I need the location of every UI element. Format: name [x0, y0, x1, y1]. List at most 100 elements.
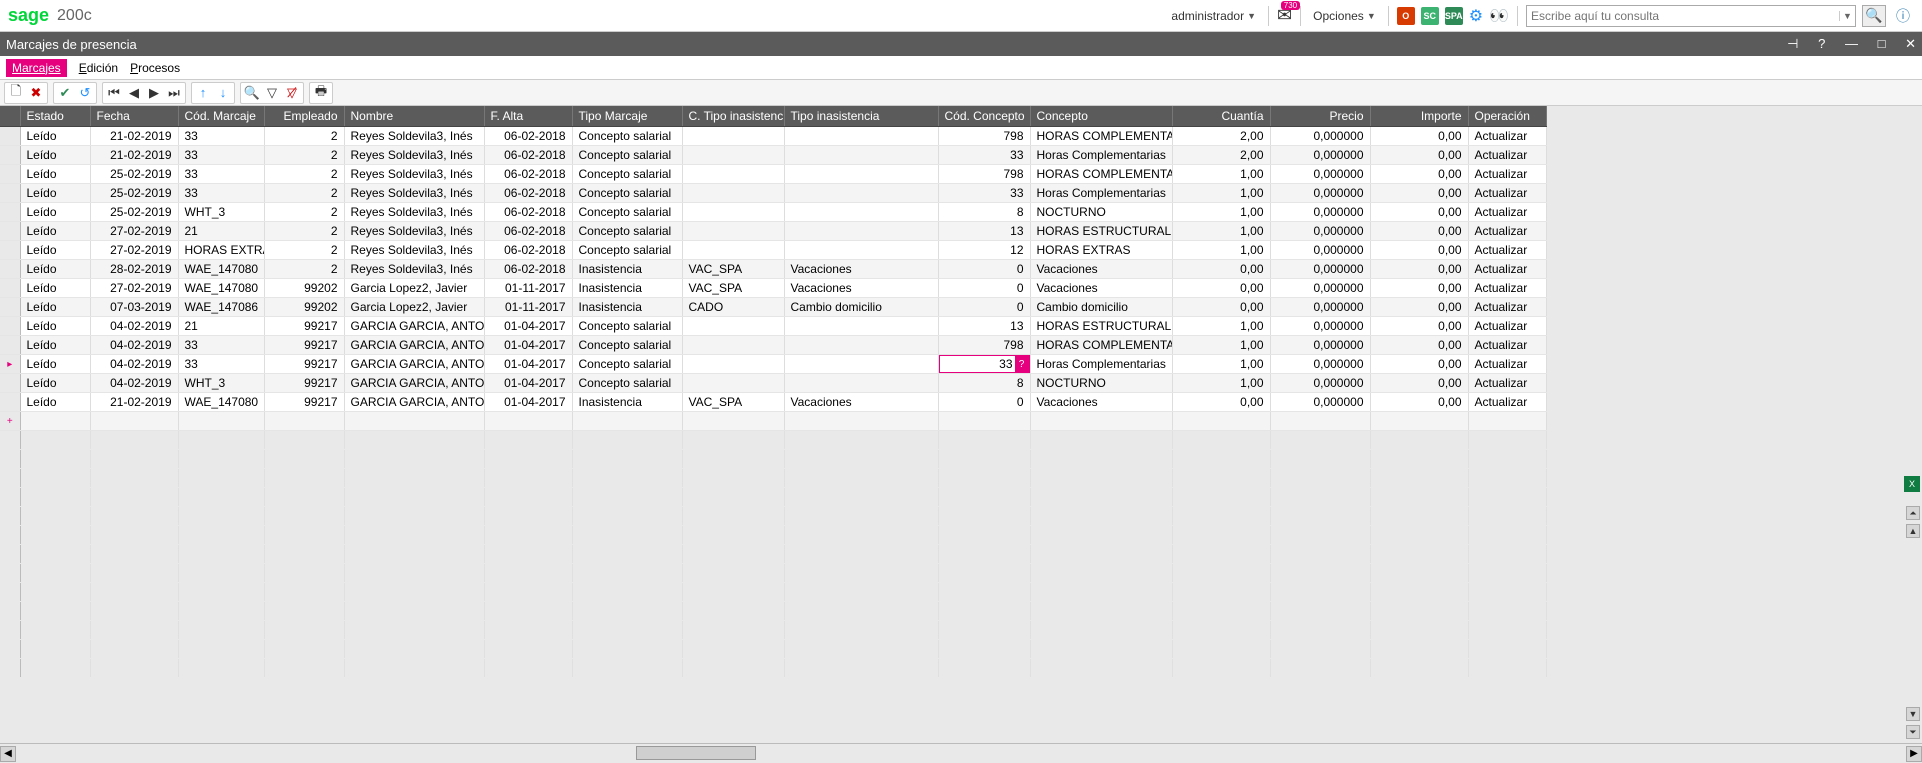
scroll-top-button[interactable]: ⏶: [1906, 506, 1920, 520]
cell-f-alta[interactable]: 06-02-2018: [484, 146, 572, 165]
cell-empleado[interactable]: 99217: [264, 317, 344, 336]
empty-cell[interactable]: [1030, 412, 1172, 431]
cell-estado[interactable]: Leído: [20, 317, 90, 336]
cell-operacion[interactable]: Actualizar: [1468, 184, 1546, 203]
scroll-right-button[interactable]: ▶: [1906, 746, 1922, 762]
cell-c-tipo-inasistencia[interactable]: [682, 241, 784, 260]
col-estado[interactable]: Estado: [20, 106, 90, 127]
row-header[interactable]: [0, 336, 20, 355]
cell-fecha[interactable]: 04-02-2019: [90, 355, 178, 374]
cell-nombre[interactable]: GARCIA GARCIA, ANTONIO: [344, 393, 484, 412]
cell-cuantia[interactable]: 1,00: [1172, 374, 1270, 393]
cell-importe[interactable]: 0,00: [1370, 184, 1468, 203]
cell-tipo-inasistencia[interactable]: Vacaciones: [784, 260, 938, 279]
cell-f-alta[interactable]: 06-02-2018: [484, 222, 572, 241]
table-row[interactable]: Leído07-03-2019WAE_14708699202Garcia Lop…: [0, 298, 1546, 317]
table-row[interactable]: Leído04-02-20193399217GARCIA GARCIA, ANT…: [0, 336, 1546, 355]
table-row[interactable]: Leído25-02-2019332Reyes Soldevila3, Inés…: [0, 184, 1546, 203]
cell-operacion[interactable]: Actualizar: [1468, 165, 1546, 184]
cell-concepto[interactable]: HORAS ESTRUCTURALES: [1030, 222, 1172, 241]
col-cuantia[interactable]: Cuantía: [1172, 106, 1270, 127]
last-button[interactable]: ⏭: [164, 83, 184, 103]
cell-operacion[interactable]: Actualizar: [1468, 336, 1546, 355]
cell-c-tipo-inasistencia[interactable]: CADO: [682, 298, 784, 317]
cell-precio[interactable]: 0,000000: [1270, 203, 1370, 222]
cell-tipo-inasistencia[interactable]: [784, 127, 938, 146]
minimize-button[interactable]: —: [1837, 36, 1858, 51]
empty-cell[interactable]: [572, 412, 682, 431]
empty-cell[interactable]: [1270, 412, 1370, 431]
table-row[interactable]: Leído27-02-2019HORAS EXTRAS2Reyes Soldev…: [0, 241, 1546, 260]
col-importe[interactable]: Importe: [1370, 106, 1468, 127]
empty-cell[interactable]: [344, 412, 484, 431]
cell-operacion[interactable]: Actualizar: [1468, 374, 1546, 393]
col-fecha[interactable]: Fecha: [90, 106, 178, 127]
office365-button[interactable]: O: [1397, 7, 1415, 25]
export-excel-button[interactable]: X: [1904, 476, 1920, 492]
col-operacion[interactable]: Operación: [1468, 106, 1546, 127]
cell-cuantia[interactable]: 1,00: [1172, 317, 1270, 336]
cell-f-alta[interactable]: 01-04-2017: [484, 393, 572, 412]
cell-importe[interactable]: 0,00: [1370, 260, 1468, 279]
filter-button[interactable]: ▽: [262, 83, 282, 103]
cell-cuantia[interactable]: 1,00: [1172, 184, 1270, 203]
cell-cod-concepto[interactable]: 13: [938, 222, 1030, 241]
menu-marcajes[interactable]: Marcajes: [6, 59, 67, 77]
cell-cod-marcaje[interactable]: 21: [178, 222, 264, 241]
cell-estado[interactable]: Leído: [20, 298, 90, 317]
cell-cod-marcaje[interactable]: 33: [178, 165, 264, 184]
cell-tipo-inasistencia[interactable]: [784, 184, 938, 203]
table-row[interactable]: ▸Leído04-02-20193399217GARCIA GARCIA, AN…: [0, 355, 1546, 374]
cell-empleado[interactable]: 2: [264, 165, 344, 184]
cell-importe[interactable]: 0,00: [1370, 298, 1468, 317]
empty-cell[interactable]: [682, 412, 784, 431]
cell-fecha[interactable]: 25-02-2019: [90, 165, 178, 184]
cell-c-tipo-inasistencia[interactable]: VAC_SPA: [682, 279, 784, 298]
cell-importe[interactable]: 0,00: [1370, 146, 1468, 165]
cell-c-tipo-inasistencia[interactable]: [682, 222, 784, 241]
cell-cod-marcaje[interactable]: 33: [178, 127, 264, 146]
cell-cod-marcaje[interactable]: WHT_3: [178, 203, 264, 222]
cell-precio[interactable]: 0,000000: [1270, 260, 1370, 279]
move-up-button[interactable]: ↑: [193, 83, 213, 103]
cell-cod-concepto[interactable]: 0: [938, 298, 1030, 317]
cell-operacion[interactable]: Actualizar: [1468, 241, 1546, 260]
cell-operacion[interactable]: Actualizar: [1468, 222, 1546, 241]
cell-cuantia[interactable]: 0,00: [1172, 393, 1270, 412]
cell-tipo-inasistencia[interactable]: [784, 222, 938, 241]
sc-button[interactable]: SC: [1421, 7, 1439, 25]
cell-fecha[interactable]: 04-02-2019: [90, 336, 178, 355]
cell-c-tipo-inasistencia[interactable]: [682, 165, 784, 184]
cell-f-alta[interactable]: 06-02-2018: [484, 203, 572, 222]
col-nombre[interactable]: Nombre: [344, 106, 484, 127]
row-header[interactable]: [0, 222, 20, 241]
cell-estado[interactable]: Leído: [20, 393, 90, 412]
cell-fecha[interactable]: 21-02-2019: [90, 146, 178, 165]
cell-fecha[interactable]: 21-02-2019: [90, 393, 178, 412]
empty-cell[interactable]: [484, 412, 572, 431]
empty-cell[interactable]: [1172, 412, 1270, 431]
cell-nombre[interactable]: GARCIA GARCIA, ANTONIO: [344, 355, 484, 374]
cell-importe[interactable]: 0,00: [1370, 203, 1468, 222]
scroll-down-button[interactable]: ▼: [1906, 707, 1920, 721]
row-header[interactable]: ▸: [0, 355, 20, 374]
cell-tipo-inasistencia[interactable]: [784, 374, 938, 393]
cell-tipo-inasistencia[interactable]: [784, 355, 938, 374]
cell-concepto[interactable]: Vacaciones: [1030, 393, 1172, 412]
row-header[interactable]: [0, 260, 20, 279]
cell-f-alta[interactable]: 06-02-2018: [484, 184, 572, 203]
cell-precio[interactable]: 0,000000: [1270, 298, 1370, 317]
cell-cod-marcaje[interactable]: 33: [178, 355, 264, 374]
cell-concepto[interactable]: Vacaciones: [1030, 279, 1172, 298]
cell-precio[interactable]: 0,000000: [1270, 165, 1370, 184]
cell-empleado[interactable]: 2: [264, 222, 344, 241]
cell-nombre[interactable]: GARCIA GARCIA, ANTONIO: [344, 317, 484, 336]
cell-fecha[interactable]: 21-02-2019: [90, 127, 178, 146]
cell-tipo-marcaje[interactable]: Inasistencia: [572, 298, 682, 317]
empty-cell[interactable]: [1468, 412, 1546, 431]
cell-fecha[interactable]: 27-02-2019: [90, 222, 178, 241]
new-button[interactable]: 🗋: [6, 83, 26, 103]
cell-empleado[interactable]: 99217: [264, 374, 344, 393]
cell-empleado[interactable]: 99217: [264, 393, 344, 412]
table-row[interactable]: Leído21-02-2019332Reyes Soldevila3, Inés…: [0, 127, 1546, 146]
